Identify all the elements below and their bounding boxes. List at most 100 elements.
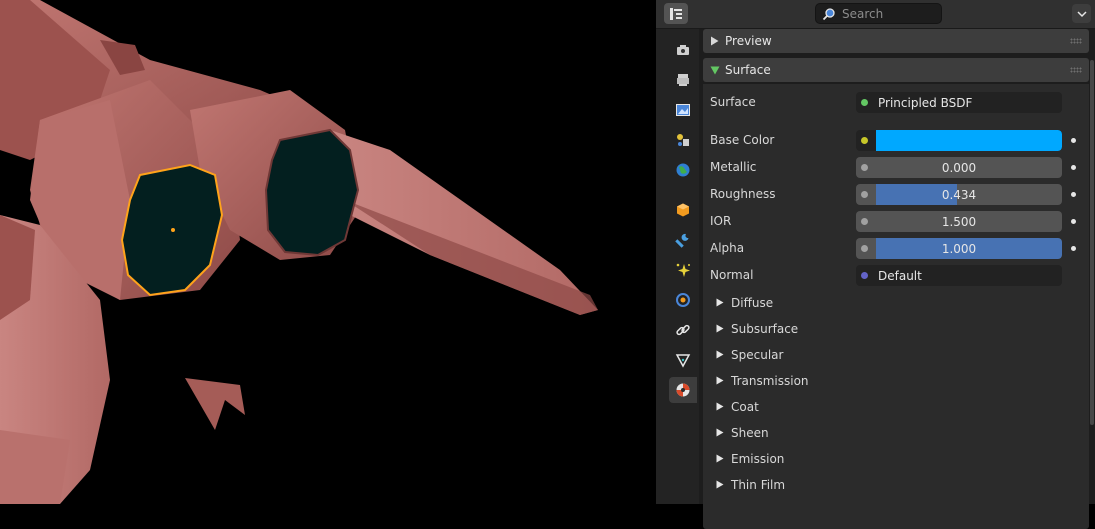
collapsed-triangle-icon xyxy=(716,296,726,310)
material-tab[interactable] xyxy=(669,377,697,403)
ior-row: IOR 1.500 xyxy=(703,211,1089,233)
origin-point xyxy=(171,228,175,232)
view-layer-tab[interactable] xyxy=(669,127,697,153)
search-input[interactable]: Search xyxy=(815,3,942,24)
expanded-triangle-icon xyxy=(710,66,720,74)
properties-editor: Search Preview Surface Surface Principle… xyxy=(656,0,1095,529)
data-tab[interactable] xyxy=(669,347,697,373)
normal-input[interactable]: Default xyxy=(856,265,1062,286)
surface-panel-label: Surface xyxy=(725,63,771,77)
material-icon xyxy=(676,383,690,397)
base-color-row: Base Color xyxy=(703,130,1089,152)
keyframe-dot[interactable] xyxy=(1071,192,1076,197)
search-placeholder: Search xyxy=(842,6,884,21)
surface-panel-body: Surface Principled BSDF Base Color Metal… xyxy=(703,84,1089,529)
editor-type-button[interactable] xyxy=(664,3,688,24)
surface-shader-value: Principled BSDF xyxy=(878,95,973,110)
constraints-tab[interactable] xyxy=(669,317,697,343)
preview-panel-label: Preview xyxy=(725,34,772,48)
roughness-label: Roughness xyxy=(710,187,776,201)
editor-header: Search xyxy=(656,0,1095,29)
particles-icon xyxy=(676,263,690,277)
collapsed-triangle-icon xyxy=(716,426,726,440)
color-socket-icon xyxy=(861,137,868,144)
base-color-swatch[interactable] xyxy=(856,130,1062,151)
alpha-value: 1.000 xyxy=(941,241,977,256)
preview-panel-header[interactable]: Preview xyxy=(703,29,1089,53)
base-color-label: Base Color xyxy=(710,133,775,147)
roughness-slider[interactable]: 0.434 xyxy=(856,184,1062,205)
subpanel-coat[interactable]: Coat xyxy=(703,396,1003,418)
collapsed-triangle-icon xyxy=(716,452,726,466)
options-dropdown[interactable] xyxy=(1072,4,1091,23)
keyframe-dot[interactable] xyxy=(1071,165,1076,170)
render-icon xyxy=(677,74,689,86)
normal-value: Default xyxy=(878,268,922,283)
collapsed-triangle-icon xyxy=(716,400,726,414)
ior-value: 1.500 xyxy=(941,214,977,229)
collapsed-triangle-icon xyxy=(716,478,726,492)
subpanel-label: Sheen xyxy=(731,426,769,440)
collapsed-triangle-icon xyxy=(716,322,726,336)
subpanel-label: Subsurface xyxy=(731,322,799,336)
physics-tab[interactable] xyxy=(669,287,697,313)
wrench-icon xyxy=(675,233,689,248)
collapsed-triangle-icon xyxy=(711,36,719,46)
subpanel-specular[interactable]: Specular xyxy=(703,344,1003,366)
modifiers-tab[interactable] xyxy=(669,227,697,253)
mesh-data-icon xyxy=(675,354,691,368)
subpanel-emission[interactable]: Emission xyxy=(703,448,1003,470)
collapsed-triangle-icon xyxy=(716,348,726,362)
subpanel-label: Coat xyxy=(731,400,759,414)
surface-shader-selector[interactable]: Principled BSDF xyxy=(856,92,1062,113)
alpha-slider[interactable]: 1.000 xyxy=(856,238,1062,259)
properties-content: Preview Surface Surface Principled BSDF … xyxy=(703,29,1089,529)
keyframe-dot[interactable] xyxy=(1071,246,1076,251)
editor-type-icon xyxy=(670,7,682,20)
shader-socket-icon xyxy=(861,99,868,106)
float-socket-icon xyxy=(861,164,868,171)
particles-tab[interactable] xyxy=(669,257,697,283)
physics-icon xyxy=(676,293,690,307)
vector-socket-icon xyxy=(861,272,868,279)
keyframe-dot[interactable] xyxy=(1071,138,1076,143)
tool-icon xyxy=(677,45,689,55)
collapsed-triangle-icon xyxy=(716,374,726,388)
surface-panel-header[interactable]: Surface xyxy=(703,58,1089,82)
metallic-label: Metallic xyxy=(710,160,757,174)
tool-tab[interactable] xyxy=(669,37,697,63)
metallic-slider[interactable]: 0.000 xyxy=(856,157,1062,178)
alpha-row: Alpha 1.000 xyxy=(703,238,1089,260)
roughness-value: 0.434 xyxy=(941,187,977,202)
constraints-icon xyxy=(676,324,690,336)
scene-icon xyxy=(677,134,689,146)
chevron-down-icon xyxy=(1076,10,1087,17)
model-render xyxy=(0,0,598,504)
output-icon xyxy=(676,104,690,116)
output-tab[interactable] xyxy=(669,97,697,123)
ior-slider[interactable]: 1.500 xyxy=(856,211,1062,232)
keyframe-dot[interactable] xyxy=(1071,219,1076,224)
drag-handle-icon[interactable] xyxy=(1070,67,1082,73)
base-color-fill xyxy=(876,130,1062,151)
metallic-row: Metallic 0.000 xyxy=(703,157,1089,179)
drag-handle-icon[interactable] xyxy=(1070,38,1082,44)
search-icon xyxy=(822,7,835,20)
subpanel-label: Thin Film xyxy=(731,478,786,492)
scrollbar[interactable] xyxy=(1090,60,1094,425)
object-tab[interactable] xyxy=(669,197,697,223)
subpanel-thin-film[interactable]: Thin Film xyxy=(703,474,1003,496)
subpanel-transmission[interactable]: Transmission xyxy=(703,370,1003,392)
ior-label: IOR xyxy=(710,214,732,228)
subpanel-subsurface[interactable]: Subsurface xyxy=(703,318,1003,340)
subpanel-diffuse[interactable]: Diffuse xyxy=(703,292,1003,314)
render-tab[interactable] xyxy=(669,67,697,93)
surface-shader-row: Surface Principled BSDF xyxy=(703,92,1089,114)
normal-row: Normal Default xyxy=(703,265,1089,287)
alpha-label: Alpha xyxy=(710,241,745,255)
world-tab[interactable] xyxy=(669,157,697,183)
3d-viewport[interactable] xyxy=(0,0,656,504)
subpanel-sheen[interactable]: Sheen xyxy=(703,422,1003,444)
property-tabs xyxy=(656,29,699,504)
float-socket-icon xyxy=(861,191,868,198)
